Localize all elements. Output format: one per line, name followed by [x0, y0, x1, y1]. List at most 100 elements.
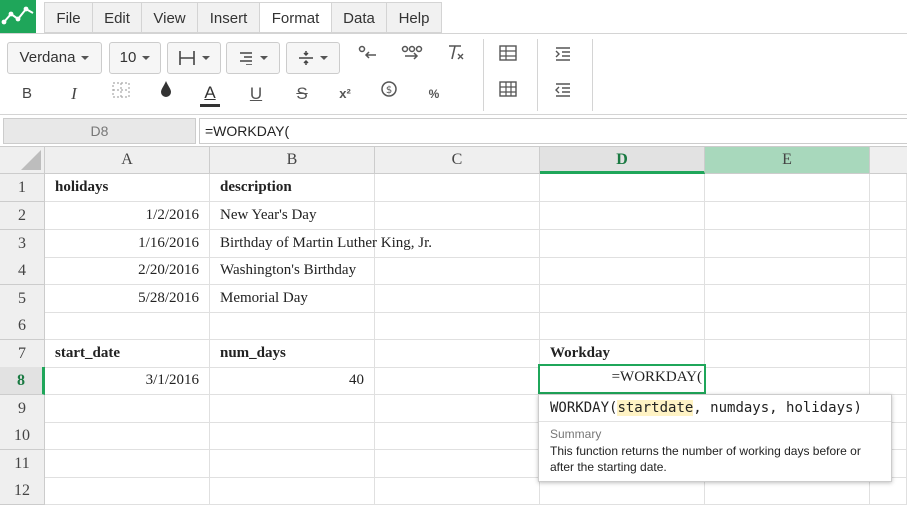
text-color-button[interactable]: A	[195, 78, 225, 108]
cell-reference-box[interactable]: D8	[3, 118, 196, 144]
grid-cell[interactable]	[375, 395, 540, 423]
grid-cell[interactable]	[870, 285, 907, 313]
grid-cell[interactable]	[375, 312, 540, 340]
outdent-icon[interactable]	[548, 78, 578, 108]
grid-cell[interactable]	[870, 202, 907, 230]
row-header-4[interactable]: 4	[0, 257, 45, 285]
cell-b5[interactable]: Memorial Day	[210, 285, 375, 313]
align-dropdown[interactable]	[226, 42, 280, 74]
cell-b7[interactable]: num_days	[210, 340, 375, 368]
italic-button[interactable]: I	[59, 79, 89, 109]
grid-cell[interactable]	[375, 257, 540, 285]
grid-cell[interactable]	[375, 285, 540, 313]
clear-format-icon[interactable]	[441, 42, 471, 72]
currency-icon[interactable]: $	[374, 79, 404, 109]
column-header-e[interactable]: E	[705, 147, 870, 174]
font-size-dropdown[interactable]: 10	[109, 42, 161, 74]
grid-cell[interactable]	[870, 312, 907, 340]
cell-a3[interactable]: 1/16/2016	[45, 230, 210, 258]
grid-cell[interactable]	[375, 422, 540, 450]
cell-a1[interactable]: holidays	[45, 174, 210, 202]
font-family-dropdown[interactable]: Verdana	[7, 42, 102, 74]
grid-cell[interactable]	[210, 422, 375, 450]
menu-insert[interactable]: Insert	[197, 2, 260, 33]
cell-b4[interactable]: Washington's Birthday	[210, 257, 375, 285]
grid-cell[interactable]	[705, 367, 870, 395]
grid-cell[interactable]	[540, 202, 705, 230]
cell-b8[interactable]: 40	[210, 367, 375, 395]
grid-cell[interactable]	[870, 230, 907, 258]
row-header-6[interactable]: 6	[0, 312, 45, 340]
select-all-corner[interactable]	[0, 147, 45, 174]
column-header-a[interactable]: A	[45, 147, 210, 174]
decrease-decimal-icon[interactable]	[352, 42, 382, 72]
grid-cell[interactable]	[210, 395, 375, 423]
grid-cell[interactable]	[705, 285, 870, 313]
menu-view[interactable]: View	[141, 2, 198, 33]
row-header-3[interactable]: 3	[0, 230, 45, 258]
grid-cell[interactable]	[45, 450, 210, 478]
grid-cell[interactable]	[705, 174, 870, 202]
row-header-5[interactable]: 5	[0, 285, 45, 313]
grid-cell[interactable]	[705, 202, 870, 230]
grid-cell[interactable]	[375, 174, 540, 202]
row-header-10[interactable]: 10	[0, 422, 45, 450]
menu-format[interactable]: Format	[259, 2, 332, 33]
cell-b3[interactable]: Birthday of Martin Luther King, Jr.	[210, 230, 432, 258]
grid-cell[interactable]	[540, 257, 705, 285]
row-header-11[interactable]: 11	[0, 450, 45, 478]
borders-dropdown[interactable]	[167, 42, 221, 74]
grid-cell[interactable]	[705, 312, 870, 340]
row-header-12[interactable]: 12	[0, 477, 45, 505]
app-logo-icon[interactable]	[0, 0, 36, 34]
cell-border-icon[interactable]	[106, 79, 136, 109]
grid-cell[interactable]	[870, 367, 907, 395]
strikethrough-button[interactable]: S	[287, 79, 317, 109]
grid-cell[interactable]	[540, 285, 705, 313]
row-header-1[interactable]: 1	[0, 174, 45, 202]
grid-cell[interactable]	[540, 230, 705, 258]
cell-b1[interactable]: description	[210, 174, 375, 202]
grid-cell[interactable]	[870, 340, 907, 368]
grid-cell[interactable]	[705, 257, 870, 285]
grid-cell[interactable]	[375, 367, 540, 395]
grid-cell[interactable]	[210, 477, 375, 505]
valign-dropdown[interactable]	[286, 42, 340, 74]
grid-cell[interactable]	[45, 477, 210, 505]
underline-button[interactable]: U	[241, 79, 271, 109]
grid-cell[interactable]	[705, 340, 870, 368]
grid-cell[interactable]	[375, 450, 540, 478]
increase-decimal-icon[interactable]	[396, 42, 426, 72]
row-header-2[interactable]: 2	[0, 202, 45, 230]
percent-button[interactable]: %	[419, 79, 449, 109]
menu-edit[interactable]: Edit	[92, 2, 142, 33]
column-header-c[interactable]: C	[375, 147, 540, 174]
table-icon[interactable]	[493, 42, 523, 72]
grid-cell[interactable]	[870, 257, 907, 285]
indent-icon[interactable]	[548, 42, 578, 72]
grid-cell[interactable]	[45, 312, 210, 340]
column-header-f[interactable]	[870, 147, 907, 174]
menu-file[interactable]: File	[44, 2, 93, 33]
active-cell-d8[interactable]: =WORKDAY(	[538, 364, 706, 394]
grid-cell[interactable]	[210, 312, 375, 340]
superscript-button[interactable]: x²	[330, 79, 360, 109]
fill-color-icon[interactable]	[151, 79, 181, 109]
column-header-b[interactable]: B	[210, 147, 375, 174]
grid-cell[interactable]	[45, 395, 210, 423]
grid-cell[interactable]	[45, 422, 210, 450]
grid-cell[interactable]	[375, 477, 540, 505]
menu-data[interactable]: Data	[331, 2, 387, 33]
grid-cell[interactable]	[540, 174, 705, 202]
menu-help[interactable]: Help	[386, 2, 442, 33]
grid-cell[interactable]	[705, 230, 870, 258]
cell-a8[interactable]: 3/1/2016	[45, 367, 210, 395]
grid-cell[interactable]	[540, 312, 705, 340]
row-header-8[interactable]: 8	[0, 367, 45, 395]
bold-button[interactable]: B	[12, 79, 42, 109]
grid-icon[interactable]	[493, 78, 523, 108]
column-header-d[interactable]: D	[540, 147, 705, 174]
grid-cell[interactable]	[870, 174, 907, 202]
row-header-9[interactable]: 9	[0, 395, 45, 423]
grid-cell[interactable]	[375, 340, 540, 368]
